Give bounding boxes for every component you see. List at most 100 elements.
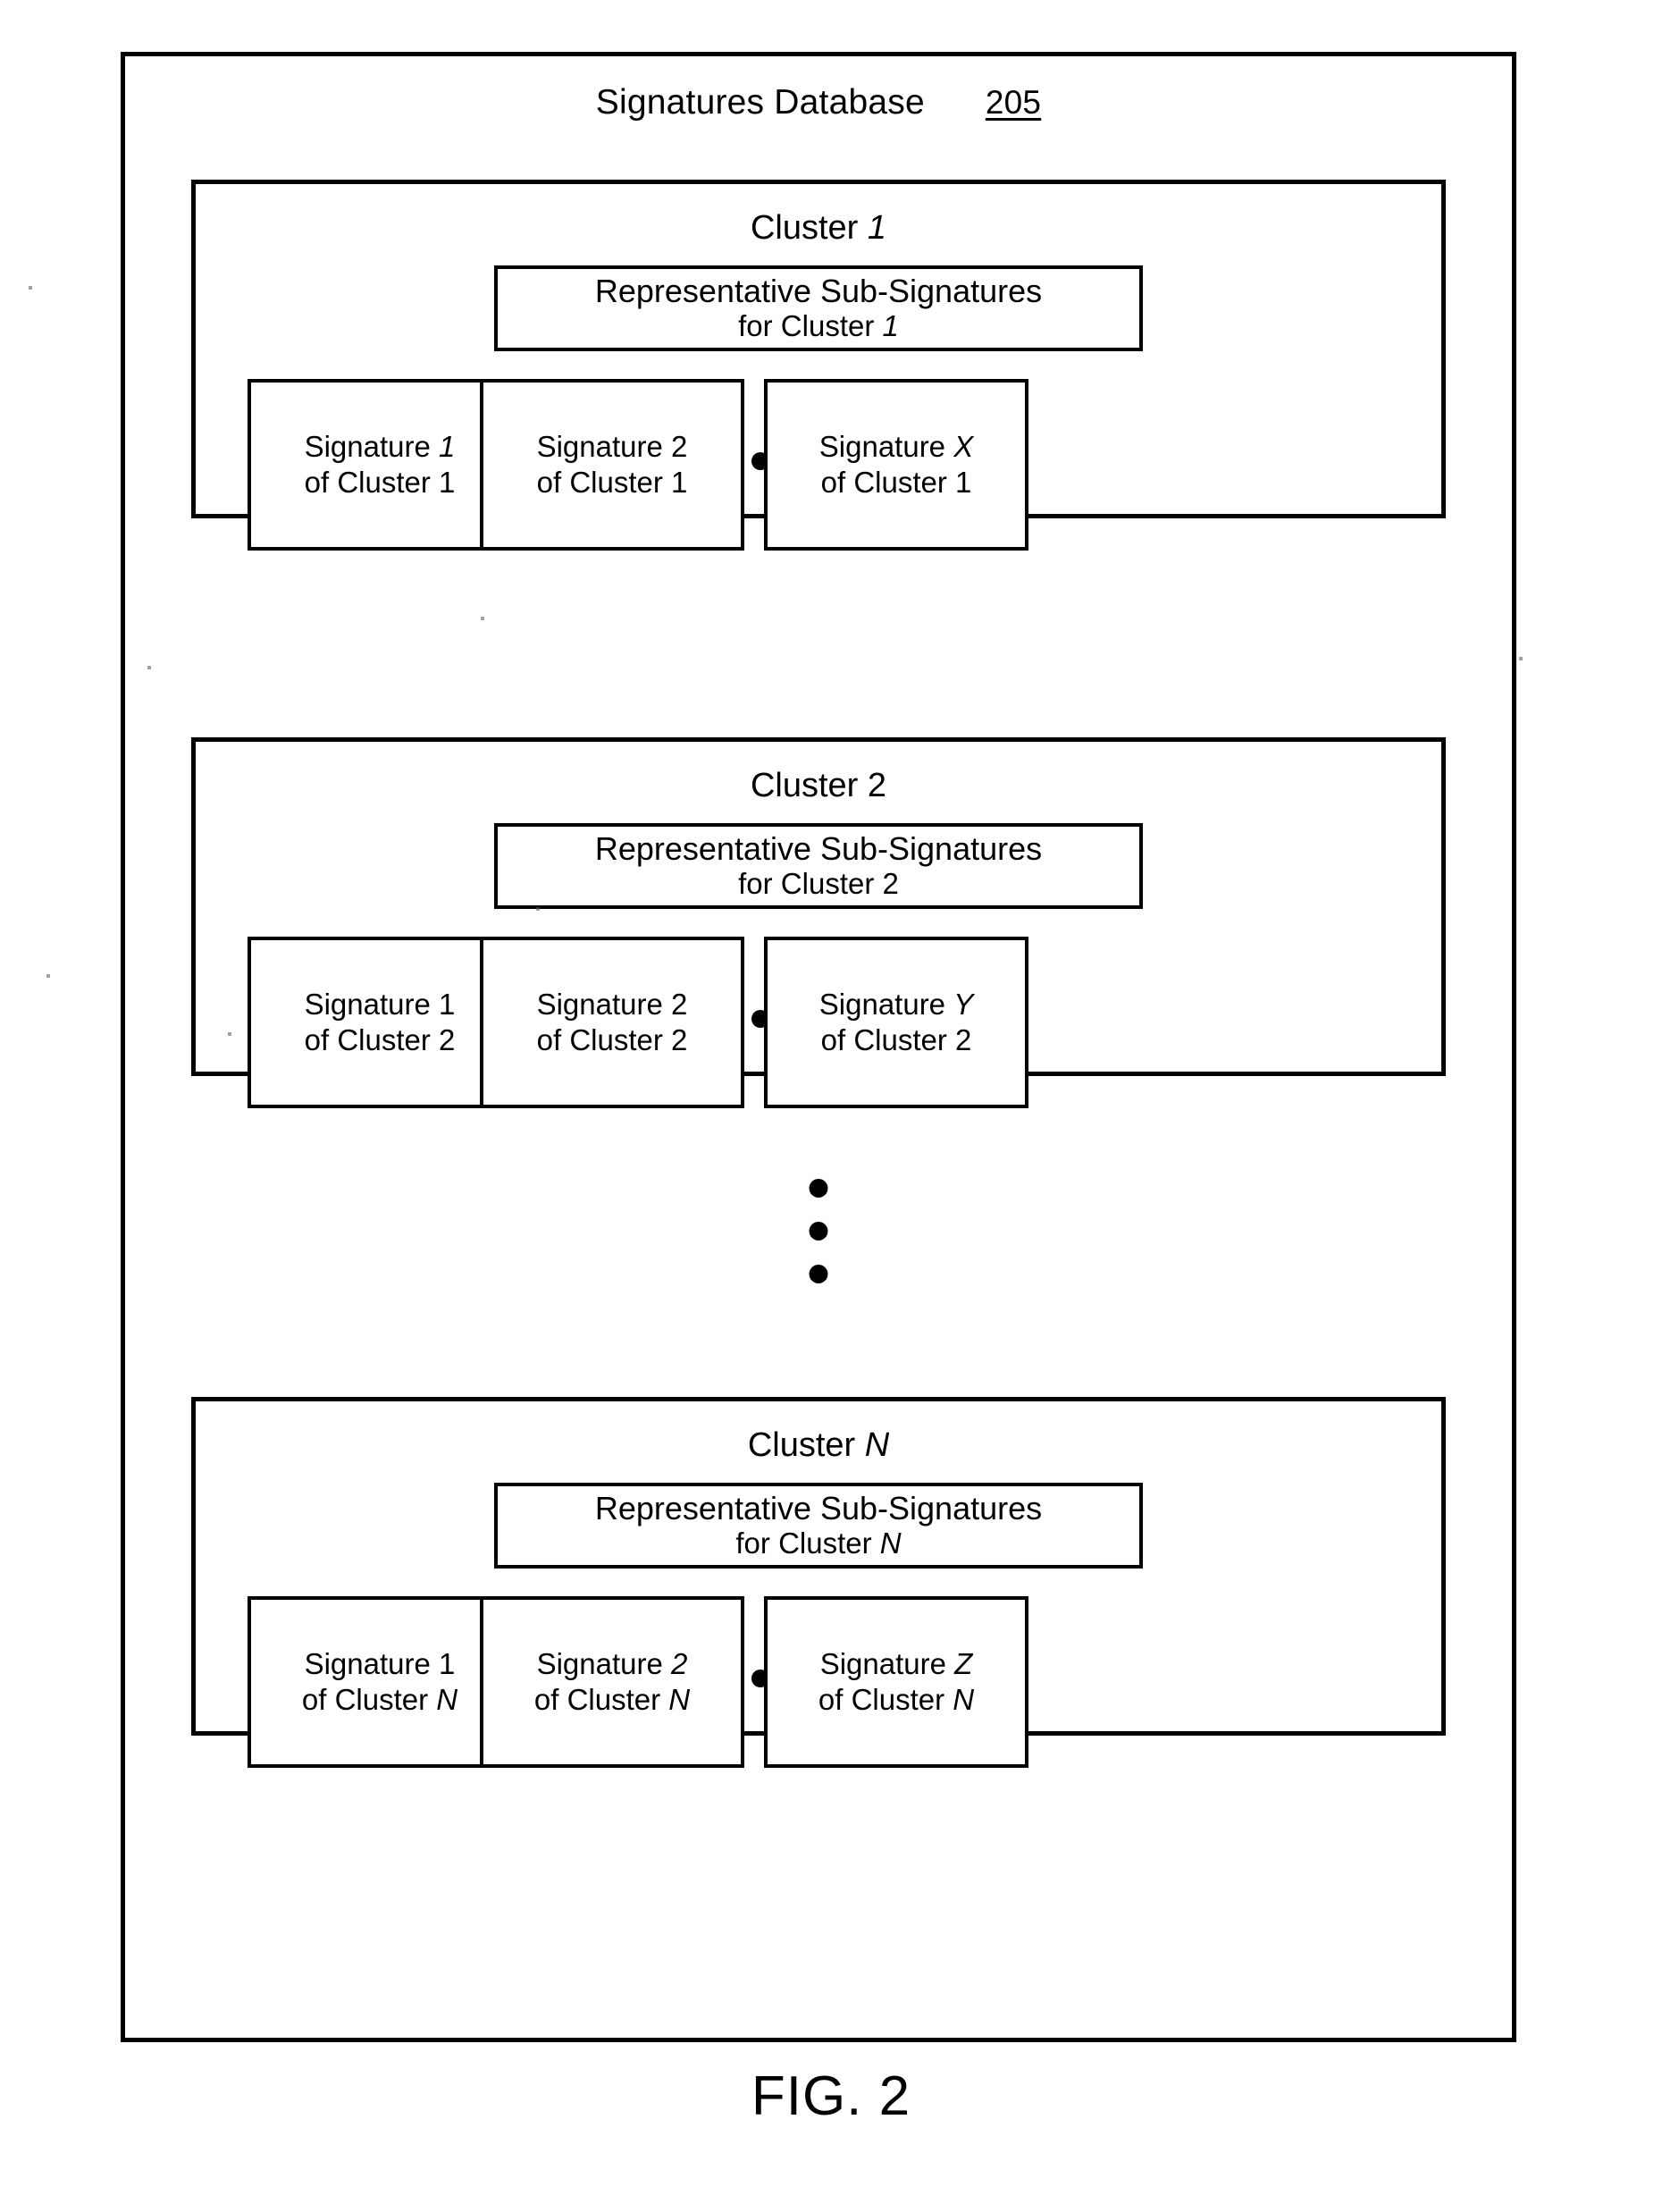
sig-label: Signature [536,1646,672,1680]
cluster-box-n[interactable]: Cluster N Representative Sub-Signatures … [191,1397,1446,1768]
ellipsis-dot [809,1265,828,1283]
signature-box-cluster-n-second-line1: Signature 2 [537,1646,688,1682]
signature-row-cluster-1: Signature 1 of Cluster 1 Signature 2 of … [196,379,1441,551]
signatures-database-title-row: Signatures Database 205 [125,83,1512,122]
repsub-cluster-1-line1: Representative Sub-Signatures [594,273,1043,310]
sig-owner-label: of Cluster [304,1023,440,1056]
signature-box-cluster-n-last-line1: Signature Z [820,1646,973,1682]
sig-owner-id: 1 [671,466,688,499]
signature-box-cluster-2-first[interactable]: Signature 1 of Cluster 2 [248,937,512,1108]
sig-index: 1 [439,1646,456,1680]
representative-sub-signatures-box-cluster-2[interactable]: Representative Sub-Signatures for Cluste… [494,823,1143,909]
signature-box-cluster-n-second[interactable]: Signature 2 of Cluster N [480,1596,744,1768]
repsub-cluster-n-line2: for Cluster N [735,1527,901,1560]
cluster-n-title-id: N [864,1426,890,1464]
repsub-cluster-n-line1: Representative Sub-Signatures [594,1490,1043,1527]
signature-box-cluster-2-second[interactable]: Signature 2 of Cluster 2 [480,937,744,1108]
figure-outer-frame: Signatures Database 205 Cluster 1 Represe… [121,52,1516,2042]
signature-box-cluster-1-last-line1: Signature X [819,429,973,465]
repsub-cluster-1-line2-prefix: for Cluster [738,308,883,342]
representative-sub-signatures-box-cluster-1[interactable]: Representative Sub-Signatures for Cluste… [494,265,1143,351]
signature-box-cluster-2-last[interactable]: Signature Y of Cluster 2 [764,937,1028,1108]
sig-index: X [953,429,974,463]
scan-speckle [29,286,32,290]
signature-box-cluster-1-second-line1: Signature 2 [537,429,688,465]
sig-owner-id: 2 [671,1023,688,1056]
sig-label: Signature [304,987,440,1021]
signature-box-cluster-2-first-line1: Signature 1 [305,987,456,1022]
repsub-cluster-2-line1: Representative Sub-Signatures [594,830,1043,868]
cluster-1-title-prefix: Cluster [750,209,868,247]
sig-index: 1 [439,429,456,463]
sig-label: Signature [818,987,954,1021]
signature-box-cluster-2-first-line2: of Cluster 2 [305,1022,456,1058]
sig-owner-label: of Cluster [304,466,440,499]
sig-owner-id: N [436,1683,458,1716]
signature-box-cluster-n-second-line2: of Cluster N [534,1682,690,1718]
repsub-cluster-n-line2-id: N [879,1526,902,1560]
scan-speckle [228,1032,231,1036]
signature-box-cluster-1-second[interactable]: Signature 2 of Cluster 1 [480,379,744,551]
signature-box-cluster-1-second-line2: of Cluster 1 [537,465,688,500]
repsub-cluster-2-line2-id: 2 [882,866,899,900]
cluster-2-title-id: 2 [867,767,887,804]
signature-row-cluster-n: Signature 1 of Cluster N Signature 2 of … [196,1596,1441,1768]
scan-speckle [46,974,50,978]
cluster-box-2[interactable]: Cluster 2 Representative Sub-Signatures … [191,737,1446,1108]
signature-box-cluster-1-first-line2: of Cluster 1 [305,465,456,500]
sig-owner-label: of Cluster [301,1683,437,1716]
repsub-cluster-1-line2-id: 1 [882,308,899,342]
sig-owner-label: of Cluster [818,1683,953,1716]
sig-label: Signature [304,429,440,463]
signature-box-cluster-n-first[interactable]: Signature 1 of Cluster N [248,1596,512,1768]
cluster-1-title: Cluster 1 [196,209,1441,248]
sig-index: 2 [671,429,688,463]
sig-owner-label: of Cluster [533,1683,669,1716]
repsub-cluster-n-line2-prefix: for Cluster [735,1526,880,1560]
scan-speckle [147,666,151,669]
sig-label: Signature [818,429,954,463]
sig-owner-label: of Cluster [536,1023,672,1056]
signatures-database-title: Signatures Database [595,83,925,122]
sig-label: Signature [536,429,672,463]
figure-caption: FIG. 2 [751,2065,911,2127]
sig-index: Z [954,1646,973,1680]
signature-box-cluster-n-last[interactable]: Signature Z of Cluster N [764,1596,1028,1768]
ellipsis-dot [809,1179,828,1198]
reference-numeral-205: 205 [985,84,1042,121]
ellipsis-dot [809,1222,828,1241]
sig-owner-id: 2 [439,1023,456,1056]
repsub-cluster-2-line2: for Cluster 2 [738,866,899,901]
signature-box-cluster-1-last[interactable]: Signature X of Cluster 1 [764,379,1028,551]
sig-label: Signature [536,987,672,1021]
signature-box-cluster-1-first-line1: Signature 1 [305,429,456,465]
signature-box-cluster-1-first[interactable]: Signature 1 of Cluster 1 [248,379,512,551]
sig-index: Y [953,987,974,1021]
signature-row-cluster-2: Signature 1 of Cluster 2 Signature 2 of … [196,937,1441,1108]
scan-speckle [536,907,540,911]
signature-box-cluster-n-last-line2: of Cluster N [818,1682,974,1718]
scan-speckle [1519,657,1523,660]
sig-index: 2 [671,987,688,1021]
scan-speckle [481,617,484,620]
cluster-2-title-prefix: Cluster [750,767,868,804]
repsub-cluster-1-line2: for Cluster 1 [738,308,899,343]
signature-box-cluster-2-second-line1: Signature 2 [537,987,688,1022]
sig-label: Signature [304,1646,440,1680]
cluster-box-1[interactable]: Cluster 1 Representative Sub-Signatures … [191,180,1446,551]
vertical-ellipsis-between-clusters [809,1179,828,1283]
sig-owner-label: of Cluster [536,466,672,499]
sig-index: 1 [439,987,456,1021]
sig-label: Signature [819,1646,955,1680]
sig-owner-id: N [668,1683,691,1716]
signature-box-cluster-2-last-line1: Signature Y [819,987,973,1022]
representative-sub-signatures-box-cluster-n[interactable]: Representative Sub-Signatures for Cluste… [494,1483,1143,1569]
cluster-n-title: Cluster N [196,1426,1441,1465]
sig-owner-label: of Cluster [820,1023,956,1056]
signature-box-cluster-2-last-line2: of Cluster 2 [821,1022,972,1058]
cluster-1-title-id: 1 [867,209,887,247]
sig-owner-label: of Cluster [820,466,956,499]
sig-owner-id: 1 [955,466,972,499]
sig-owner-id: N [953,1683,975,1716]
sig-index: 2 [671,1646,688,1680]
